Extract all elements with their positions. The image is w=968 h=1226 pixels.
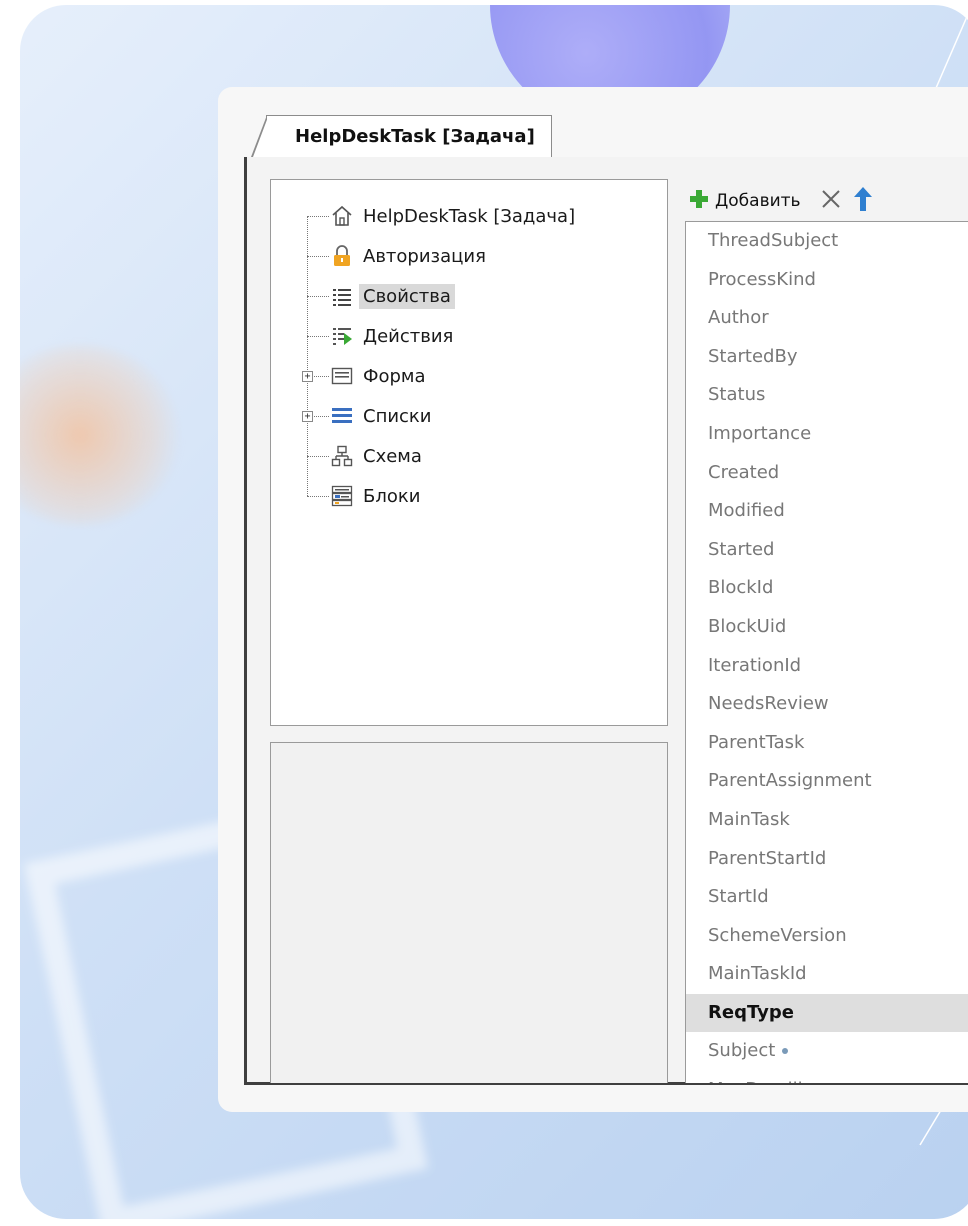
property-name: Subject	[708, 1040, 776, 1062]
property-name: Started	[708, 538, 775, 560]
property-item[interactable]: MainTask	[686, 801, 968, 840]
tree-item-label: Списки	[363, 405, 432, 427]
expand-icon[interactable]: +	[302, 411, 313, 422]
tree-item-label: Авторизация	[363, 245, 486, 267]
property-name: Importance	[708, 422, 812, 444]
tab-helpdesktask[interactable]: HelpDeskTask [Задача]	[251, 115, 552, 158]
property-item[interactable]: ReqType	[686, 993, 968, 1033]
property-name: StartedBy	[708, 345, 798, 367]
home-icon	[329, 203, 355, 229]
property-name: BlockId	[708, 577, 774, 599]
properties-toolbar: Добавить	[689, 181, 873, 221]
tree-item-properties[interactable]: Свойства	[299, 276, 659, 316]
property-name: IterationId	[708, 654, 802, 676]
tree-item-label: Свойства	[359, 283, 455, 309]
property-name: BlockUid	[708, 615, 787, 637]
close-icon[interactable]	[819, 187, 843, 216]
property-name: ReqType	[708, 1001, 794, 1023]
property-name: Author	[708, 307, 769, 329]
tree-item-label: HelpDeskTask [Задача]	[363, 205, 576, 227]
actions-icon	[329, 323, 355, 349]
arrow-up-icon[interactable]	[853, 186, 873, 217]
property-item[interactable]: MainTaskId	[686, 955, 968, 994]
property-name: ThreadSubject	[708, 230, 839, 251]
property-name: ParentAssignment	[708, 770, 872, 792]
properties-list: ThreadSubject ProcessKind Author StartedBy S…	[685, 221, 968, 1083]
property-name: NeedsReview	[708, 693, 829, 715]
property-item[interactable]: Created	[686, 454, 968, 493]
property-item[interactable]: StartId	[686, 878, 968, 917]
property-name: ParentStartId	[708, 847, 827, 869]
tree-item-scheme[interactable]: Схема	[299, 436, 659, 476]
property-item[interactable]: BlockId	[686, 569, 968, 608]
property-item[interactable]: ParentStartId	[686, 840, 968, 879]
tree-item-label: Блоки	[363, 485, 421, 507]
blocks-icon	[329, 483, 355, 509]
tree-item-label: Схема	[363, 445, 422, 467]
property-item[interactable]: Status	[686, 376, 968, 415]
tree-item-authorization[interactable]: Авторизация	[299, 236, 659, 276]
tree-item-label: Форма	[363, 365, 426, 387]
property-item[interactable]: NeedsReview	[686, 685, 968, 724]
property-name: StartId	[708, 886, 769, 908]
structure-tree-panel: HelpDeskTask [Задача] Авторизация Свойст…	[270, 179, 668, 726]
property-name: Modified	[708, 500, 785, 522]
property-item[interactable]: Importance	[686, 415, 968, 454]
tree-item-label: Действия	[363, 325, 454, 347]
property-item[interactable]: SchemeVersion	[686, 917, 968, 956]
scheme-icon	[329, 443, 355, 469]
add-button-label: Добавить	[715, 191, 801, 211]
lists-icon	[329, 403, 355, 429]
tab-label: HelpDeskTask [Задача]	[295, 126, 535, 147]
property-name: ProcessKind	[708, 268, 816, 290]
property-item[interactable]: MaxDeadline	[686, 1071, 968, 1083]
tree-item-actions[interactable]: Действия	[299, 316, 659, 356]
designer-window: HelpDeskTask [Задача] HelpDeskTask [Зада…	[218, 87, 968, 1112]
expand-icon[interactable]: +	[302, 371, 313, 382]
property-item[interactable]: Modified	[686, 492, 968, 531]
property-item[interactable]: Started	[686, 531, 968, 570]
property-name: Status	[708, 384, 766, 406]
background-orange-blob	[20, 345, 180, 525]
property-item[interactable]: Subject	[686, 1032, 968, 1071]
designer-content: HelpDeskTask [Задача] Авторизация Свойст…	[244, 157, 968, 1085]
tree-item-blocks[interactable]: Блоки	[299, 476, 659, 516]
property-item[interactable]: ParentAssignment	[686, 762, 968, 801]
marker-dot-icon	[782, 1048, 789, 1055]
property-item[interactable]: BlockUid	[686, 608, 968, 647]
plus-icon	[689, 189, 709, 214]
property-item[interactable]: ThreadSubject	[686, 222, 968, 261]
list-icon	[329, 283, 355, 309]
tree-item-form[interactable]: + Форма	[299, 356, 659, 396]
tree-item-lists[interactable]: + Списки	[299, 396, 659, 436]
property-name: MainTaskId	[708, 963, 807, 985]
property-name: MaxDeadline	[708, 1079, 825, 1083]
property-item[interactable]: ParentTask	[686, 724, 968, 763]
property-name: Created	[708, 461, 780, 483]
property-item[interactable]: Author	[686, 299, 968, 338]
property-item[interactable]: ProcessKind	[686, 261, 968, 300]
form-icon	[329, 363, 355, 389]
property-item[interactable]: IterationId	[686, 647, 968, 686]
property-item[interactable]: StartedBy	[686, 338, 968, 377]
add-button[interactable]: Добавить	[689, 189, 801, 214]
property-name: ParentTask	[708, 731, 805, 753]
property-name: SchemeVersion	[708, 924, 847, 946]
structure-tree: HelpDeskTask [Задача] Авторизация Свойст…	[299, 196, 659, 516]
property-name: MainTask	[708, 808, 790, 830]
tab-strip: HelpDeskTask [Задача]	[244, 115, 964, 158]
lock-icon	[329, 243, 355, 269]
tree-item-root[interactable]: HelpDeskTask [Задача]	[299, 196, 659, 236]
property-editor-panel	[270, 742, 668, 1083]
